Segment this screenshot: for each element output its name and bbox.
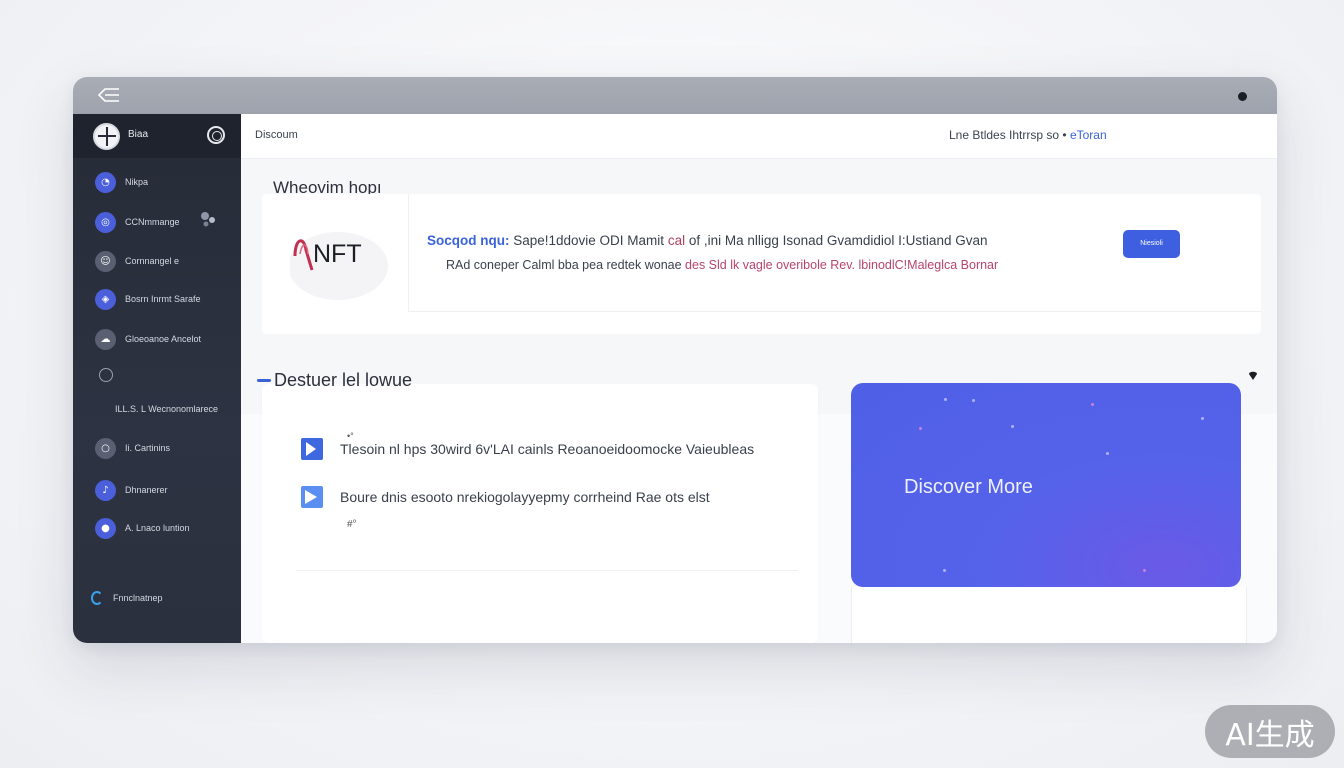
nft-logo-icon: NFT bbox=[290, 232, 388, 300]
section-heading: Destuer lel lowue bbox=[257, 370, 412, 391]
sidebar-item-8[interactable]: ● A. Lnaco luntion bbox=[95, 516, 190, 540]
globe-icon: ◎ bbox=[95, 211, 116, 233]
sparkle-icon bbox=[1201, 417, 1204, 420]
feature-line-1-accent: cal bbox=[667, 233, 686, 248]
list-item[interactable]: Boure dnis esooto nrekiogolayyepmy corrh… bbox=[300, 484, 710, 510]
sidebar-footer-label: Fnnclnatnep bbox=[113, 593, 163, 603]
ai-generated-badge: AI生成 bbox=[1205, 705, 1335, 758]
list-item-text: Tlesoin nl hps 30wird 6v'LAI cainls Reoa… bbox=[340, 441, 755, 457]
sidebar-item-label: A. Lnaco luntion bbox=[125, 523, 190, 533]
sidebar-item-label: Ii. Cartinins bbox=[125, 443, 171, 453]
link-icon bbox=[99, 368, 113, 382]
top-right-status: Lne Btldes Ihtrrsp so • eToran bbox=[949, 128, 1107, 142]
sidebar-sub-label[interactable]: ILL.S. L Wecnonomlarece bbox=[115, 404, 218, 414]
back-arrow-icon[interactable] bbox=[97, 85, 121, 105]
section-title: Destuer lel lowue bbox=[274, 370, 413, 390]
shield-icon: ◈ bbox=[95, 288, 116, 310]
sidebar-item-label: Gloeoanoe Ancelot bbox=[125, 334, 202, 344]
feature-highlight[interactable]: Socqod nqu: bbox=[427, 233, 509, 248]
sparkle-icon bbox=[1091, 403, 1094, 406]
brand-name: Biaa bbox=[128, 129, 149, 140]
feature-line-1-rest: of ,ini Ma nlligg Isonad Gvamdidiol I:Us… bbox=[685, 233, 988, 248]
brand-logo-icon[interactable] bbox=[93, 123, 120, 150]
sidebar-item-label: Dhnanerer bbox=[125, 485, 168, 495]
top-right-text: Lne Btldes Ihtrrsp so • bbox=[949, 128, 1067, 142]
sidebar-item-0[interactable]: ◔ Nikpa bbox=[95, 170, 148, 194]
discover-more-footer bbox=[851, 587, 1247, 643]
sparkle-icon bbox=[943, 569, 946, 572]
sidebar-item-3[interactable]: ◈ Bosrn Inrmt Sarafe bbox=[95, 287, 201, 311]
sparkle-icon bbox=[944, 398, 947, 401]
sidebar-item-6[interactable]: ○ Ii. Cartinins bbox=[95, 436, 170, 460]
document-icon bbox=[301, 438, 323, 460]
sidebar-item-label: CCNmmange bbox=[125, 217, 180, 227]
camera-icon[interactable] bbox=[207, 126, 225, 144]
sidebar-item-5[interactable] bbox=[95, 363, 113, 387]
divider bbox=[296, 570, 798, 571]
person-icon: ● bbox=[95, 517, 116, 539]
top-bar: Discoum Lne Btldes Ihtrrsp so • eToran bbox=[241, 114, 1277, 159]
compass-icon: ◔ bbox=[95, 171, 116, 193]
feature-line-2-accent: des Sld lk vagle overibole Rev. lbinodlC… bbox=[685, 258, 999, 272]
sidebar: Biaa ◔ Nikpa ◎ CCNmmange ☺ Cornnangel e … bbox=[73, 114, 241, 643]
window-menu-button[interactable] bbox=[1238, 92, 1247, 101]
loading-icon bbox=[91, 591, 103, 605]
sidebar-item-label: Nikpa bbox=[125, 177, 149, 187]
music-icon: ♪ bbox=[95, 479, 116, 501]
list-marker-icon: #° bbox=[347, 519, 357, 530]
sidebar-item-7[interactable]: ♪ Dhnanerer bbox=[95, 478, 168, 502]
puzzle-icon[interactable] bbox=[200, 211, 218, 229]
nft-logo-text: NFT bbox=[313, 240, 362, 268]
feature-card: NFT Socqod nqu: Sape!1ddovie ODI Mamit c… bbox=[262, 194, 1261, 334]
cloud-icon: ☁ bbox=[95, 328, 116, 350]
sparkle-icon bbox=[972, 399, 975, 402]
sidebar-footer-item[interactable]: Fnnclnatnep bbox=[91, 591, 163, 605]
discover-more-card[interactable]: Discover More bbox=[851, 383, 1241, 587]
pin-icon[interactable] bbox=[1248, 371, 1258, 381]
feature-line-2: RAd coneper Calml bba pea redtek wonae d… bbox=[446, 258, 998, 272]
list-item-text: Boure dnis esooto nrekiogolayyepmy corrh… bbox=[340, 489, 710, 505]
breadcrumb[interactable]: Discoum bbox=[255, 129, 298, 141]
sparkle-icon bbox=[919, 427, 922, 430]
sparkle-icon bbox=[1143, 569, 1146, 572]
sidebar-header: Biaa bbox=[73, 114, 241, 158]
section-marker-icon bbox=[257, 379, 271, 382]
feature-action-button[interactable]: Niesioli bbox=[1123, 230, 1180, 258]
feature-line-1-text: Sape!1ddovie ODI Mamit bbox=[509, 233, 668, 248]
sidebar-item-2[interactable]: ☺ Cornnangel e bbox=[95, 249, 179, 273]
feature-line-1: Socqod nqu: Sape!1ddovie ODI Mamit cal o… bbox=[427, 233, 987, 248]
circle-icon: ○ bbox=[95, 437, 116, 459]
list-card: •° Tlesoin nl hps 30wird 6v'LAI cainls R… bbox=[262, 384, 818, 643]
sidebar-item-label: Cornnangel e bbox=[125, 256, 180, 266]
feature-line-2-text: RAd coneper Calml bba pea redtek wonae bbox=[446, 258, 686, 272]
discover-more-label: Discover More bbox=[904, 476, 1033, 498]
sparkle-icon bbox=[1106, 452, 1109, 455]
user-icon: ☺ bbox=[95, 250, 116, 272]
title-bar bbox=[73, 77, 1277, 114]
list-item[interactable]: Tlesoin nl hps 30wird 6v'LAI cainls Reoa… bbox=[300, 436, 754, 462]
top-right-link[interactable]: eToran bbox=[1070, 128, 1107, 142]
main-content: Discoum Lne Btldes Ihtrrsp so • eToran W… bbox=[241, 114, 1277, 643]
document-icon bbox=[301, 486, 323, 508]
app-window: Biaa ◔ Nikpa ◎ CCNmmange ☺ Cornnangel e … bbox=[73, 77, 1277, 643]
sidebar-item-1[interactable]: ◎ CCNmmange bbox=[95, 210, 180, 234]
sparkle-icon bbox=[1011, 425, 1014, 428]
sidebar-item-4[interactable]: ☁ Gloeoanoe Ancelot bbox=[95, 327, 201, 351]
sidebar-item-label: Bosrn Inrmt Sarafe bbox=[125, 294, 201, 304]
